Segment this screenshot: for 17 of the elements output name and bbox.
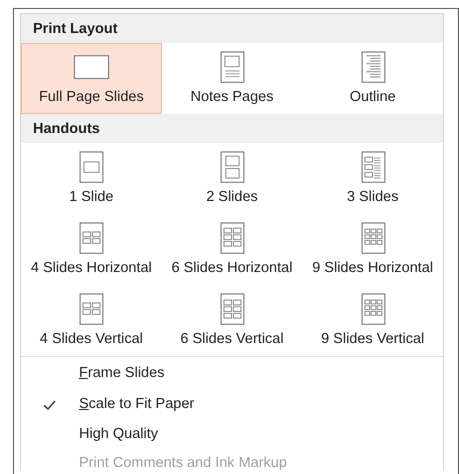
layout-option[interactable]: 1 Slide xyxy=(21,143,162,214)
layout-option[interactable]: 9 Slides Vertical xyxy=(302,285,443,356)
section-header: Handouts xyxy=(21,114,443,143)
menu-option[interactable]: High Quality xyxy=(21,420,443,450)
menu-option[interactable]: Scale to Fit Paper xyxy=(21,390,443,420)
layout-option[interactable]: 3 Slides xyxy=(302,143,443,214)
layout-option[interactable]: 2 Slides xyxy=(162,143,302,214)
layout-option[interactable]: 6 Slides Horizontal xyxy=(162,214,302,285)
menu-option[interactable]: Frame Slides xyxy=(21,359,443,390)
layout-option[interactable]: Full Page Slides xyxy=(21,43,162,114)
layout-option[interactable]: 6 Slides Vertical xyxy=(162,285,302,356)
layout-option[interactable]: 9 Slides Horizontal xyxy=(302,214,443,285)
layout-option[interactable]: Notes Pages xyxy=(162,43,302,114)
layout-option[interactable]: 4 Slides Horizontal xyxy=(21,214,162,285)
layout-option[interactable]: 4 Slides Vertical xyxy=(21,285,162,356)
section-header: Print Layout xyxy=(21,14,443,43)
layout-option[interactable]: Outline xyxy=(302,43,443,114)
